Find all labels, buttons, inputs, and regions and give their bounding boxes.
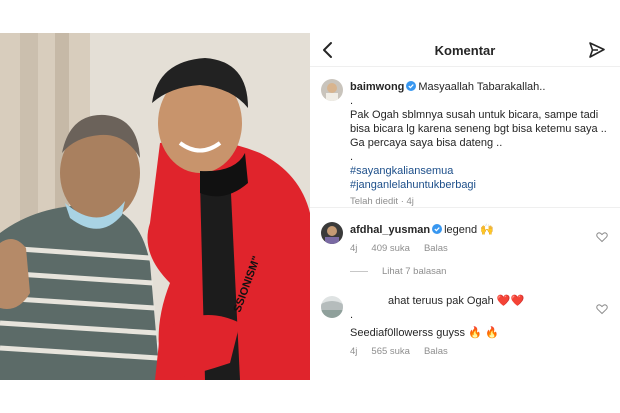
post-photo: SSIONISM" <box>0 33 310 380</box>
replies-divider <box>350 270 368 272</box>
comment-time: 4j <box>350 346 358 357</box>
comment-time: 4j <box>350 243 358 254</box>
caption-line: Ga percaya saya bisa dateng .. <box>350 137 503 149</box>
comment-text: Seediaf0llowerss guyss <box>350 327 465 339</box>
post-meta: Telah diedit · 4j <box>350 196 414 207</box>
post-photo-illustration: SSIONISM" <box>0 33 310 380</box>
reply-button[interactable]: Balas <box>424 243 448 254</box>
comment-text: legend <box>444 224 478 236</box>
view-replies-label[interactable]: Lihat 7 balasan <box>382 266 446 277</box>
divider <box>310 207 620 208</box>
comments-panel: Komentar baimwong Masyaallah Tabarakallah… <box>310 33 620 380</box>
avatar-commenter <box>321 296 343 318</box>
fire-emoji: 🔥 🔥 <box>468 326 499 339</box>
header-bar: Komentar <box>310 33 620 67</box>
red-heart-emoji: ❤️❤️ <box>496 294 525 307</box>
caption-text: Masyaallah Tabarakallah.. <box>418 81 546 93</box>
avatar-baimwong <box>321 79 343 101</box>
avatar[interactable] <box>321 222 343 244</box>
comment-meta: 4j 565 suka Balas <box>350 346 590 357</box>
comment-item: afdhal_yusman legend 🙌 4j 409 suka Balas <box>350 223 590 254</box>
avatar-afdhal <box>321 222 343 244</box>
avatar[interactable] <box>321 79 343 101</box>
caption-dot: . <box>350 151 354 163</box>
username[interactable]: baimwong <box>350 81 404 93</box>
comment-text-line: afdhal_yusman legend 🙌 <box>350 223 590 237</box>
verified-badge-icon <box>432 224 443 234</box>
view-replies-button[interactable]: Lihat 7 balasan <box>350 266 460 277</box>
comment-likes[interactable]: 409 suka <box>371 243 410 254</box>
verified-badge-icon <box>406 81 417 91</box>
page-title: Komentar <box>434 43 496 58</box>
comment-meta: 4j 409 suka Balas <box>350 243 590 254</box>
heart-outline-icon[interactable] <box>596 231 608 243</box>
post-caption: baimwong Masyaallah Tabarakallah.. . Pak … <box>350 80 610 207</box>
caption-dot: . <box>350 95 354 107</box>
caption-line: bisa bicara lg karena seneng bgt bisa ke… <box>350 123 607 135</box>
comment-text-line: ahat teruus pak Ogah ❤️❤️ <box>350 294 590 308</box>
reply-button[interactable]: Balas <box>424 346 448 357</box>
avatar[interactable] <box>321 296 343 318</box>
username[interactable]: afdhal_yusman <box>350 224 430 236</box>
comment-likes[interactable]: 565 suka <box>371 346 410 357</box>
raised-hands-emoji: 🙌 <box>480 223 494 236</box>
paper-plane-icon[interactable] <box>588 41 606 59</box>
bottom-margin <box>0 380 620 413</box>
comment-text-line: Seediaf0llowerss guyss 🔥 🔥 <box>350 326 590 340</box>
hashtag-link[interactable]: #janganlelahuntukberbagi <box>350 178 610 192</box>
comment-text: ahat teruus pak Ogah <box>388 295 494 307</box>
comment-item: ahat teruus pak Ogah ❤️❤️ . Seediaf0llow… <box>350 294 590 357</box>
heart-outline-icon[interactable] <box>596 303 608 315</box>
caption-first-line: baimwong Masyaallah Tabarakallah.. <box>350 80 610 94</box>
comment-dot: . <box>350 309 354 321</box>
caption-line: Pak Ogah sblmnya susah untuk bicara, sam… <box>350 109 599 121</box>
hashtag-link[interactable]: #sayangkaliansemua <box>350 164 610 178</box>
